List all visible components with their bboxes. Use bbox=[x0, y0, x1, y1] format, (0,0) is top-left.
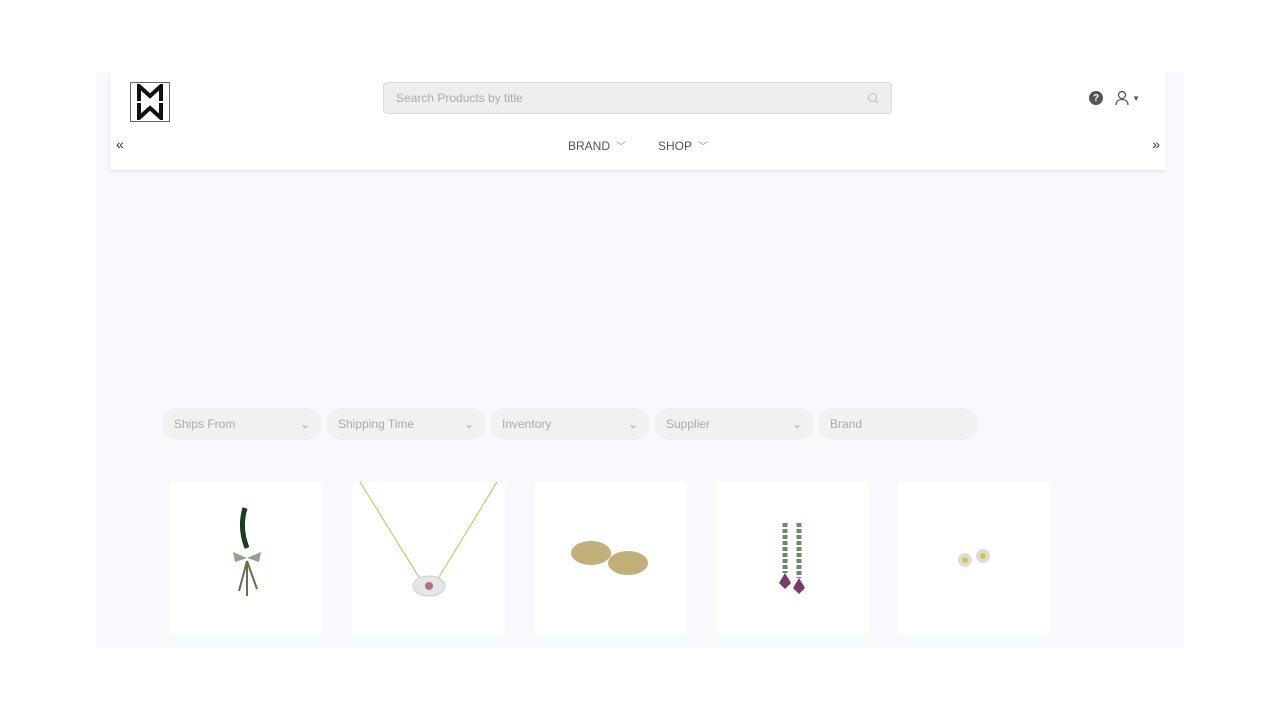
chevron-down-icon: ﹀ bbox=[616, 142, 626, 153]
nav-brand[interactable]: BRAND ﹀ bbox=[568, 138, 626, 153]
product-image bbox=[778, 523, 805, 594]
product-card[interactable] bbox=[716, 482, 869, 634]
filter-supplier[interactable]: Supplier ⌄ bbox=[654, 408, 814, 440]
chevron-down-icon: ﹀ bbox=[698, 142, 709, 153]
nav-shop[interactable]: SHOP ﹀ bbox=[658, 138, 708, 153]
page-content: Search Products by title ? ▼ « » BRAND ﹀ … bbox=[96, 72, 1184, 648]
search-input[interactable]: Search Products by title bbox=[383, 82, 892, 114]
user-menu[interactable]: ▼ bbox=[1115, 90, 1140, 106]
product-image bbox=[232, 507, 261, 596]
chevron-down-icon: ⌄ bbox=[299, 417, 310, 431]
search-placeholder: Search Products by title bbox=[396, 91, 523, 105]
product-image bbox=[957, 549, 990, 567]
caret-down-icon: ▼ bbox=[1132, 93, 1140, 103]
product-card[interactable] bbox=[352, 482, 505, 634]
filter-brand[interactable]: Brand bbox=[818, 408, 978, 440]
product-image bbox=[570, 541, 648, 575]
chevron-down-icon: ⌄ bbox=[463, 417, 474, 431]
filter-shipping-time[interactable]: Shipping Time ⌄ bbox=[326, 408, 486, 440]
product-card[interactable] bbox=[898, 482, 1051, 634]
search-icon[interactable] bbox=[867, 92, 879, 104]
filter-ships-from[interactable]: Ships From ⌄ bbox=[162, 408, 322, 440]
product-card[interactable] bbox=[534, 482, 687, 634]
product-card[interactable] bbox=[170, 482, 323, 634]
chevron-down-icon: ⌄ bbox=[791, 417, 802, 431]
chevron-down-icon: ⌄ bbox=[627, 417, 638, 431]
filter-inventory[interactable]: Inventory ⌄ bbox=[490, 408, 650, 440]
header: Search Products by title ? ▼ « » BRAND ﹀ … bbox=[110, 72, 1166, 170]
logo[interactable] bbox=[130, 82, 170, 122]
user-icon bbox=[1115, 90, 1129, 106]
product-image bbox=[359, 482, 498, 597]
help-icon[interactable]: ? bbox=[1089, 91, 1104, 105]
